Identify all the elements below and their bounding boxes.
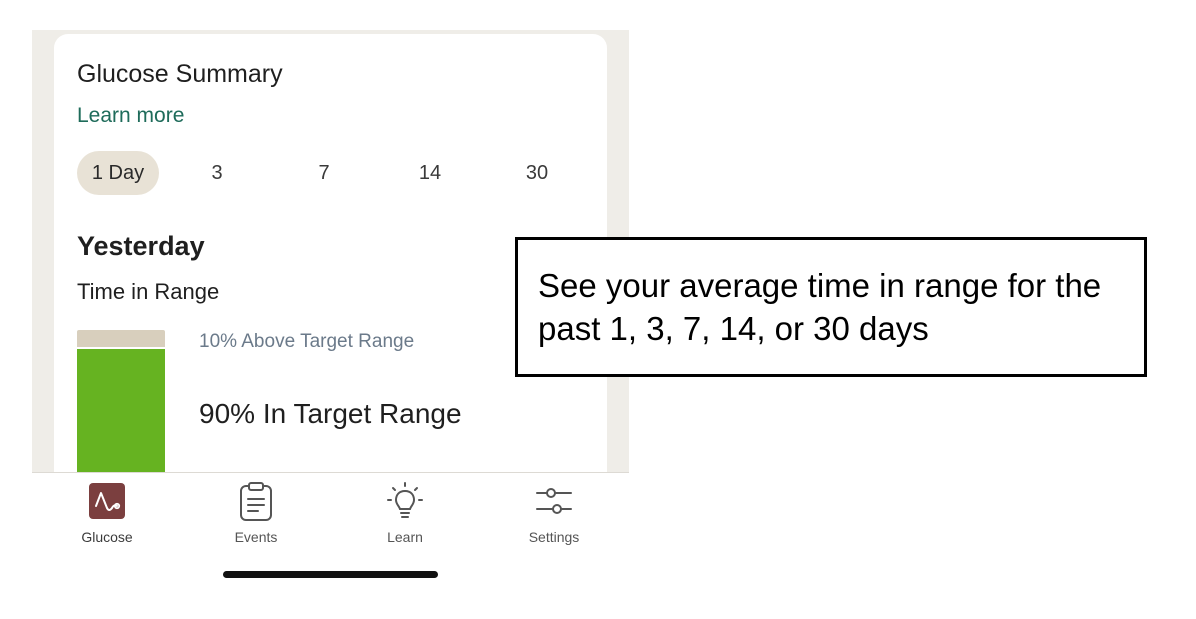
range-selector: 1 Day 3 7 14 30 (77, 151, 577, 196)
callout-text: See your average time in range for the p… (538, 267, 1102, 347)
range-tab-30-days[interactable]: 30 (512, 151, 562, 195)
callout-box: See your average time in range for the p… (515, 237, 1147, 377)
learn-more-link[interactable]: Learn more (77, 104, 184, 128)
in-target-label: 90% In Target Range (199, 398, 462, 429)
tab-learn-label: Learn (387, 529, 423, 545)
tab-settings-label: Settings (528, 529, 580, 545)
home-indicator[interactable] (223, 571, 438, 578)
day-heading: Yesterday (77, 231, 205, 261)
tab-learn[interactable]: Learn (345, 479, 465, 549)
glucose-wave-icon (87, 481, 127, 521)
tab-settings[interactable]: Settings (494, 479, 614, 549)
range-tab-3-days[interactable]: 3 (192, 151, 242, 195)
tab-events-label: Events (234, 529, 278, 545)
clipboard-icon (236, 481, 276, 521)
range-tab-1-day[interactable]: 1 Day (77, 151, 159, 195)
tab-glucose[interactable]: Glucose (47, 479, 167, 549)
in-range-bar (77, 349, 165, 472)
card-title: Glucose Summary (77, 60, 283, 88)
lightbulb-icon (385, 481, 425, 521)
bottom-tab-bar: Glucose Events Learn Settings (32, 472, 629, 619)
range-tab-14-days[interactable]: 14 (405, 151, 455, 195)
above-target-label: 10% Above Target Range (199, 331, 415, 352)
above-range-bar (77, 330, 165, 347)
range-tab-7-days[interactable]: 7 (299, 151, 349, 195)
sliders-icon (534, 481, 574, 521)
tab-glucose-label: Glucose (81, 529, 133, 545)
time-in-range-label: Time in Range (77, 279, 220, 304)
tab-events[interactable]: Events (196, 479, 316, 549)
